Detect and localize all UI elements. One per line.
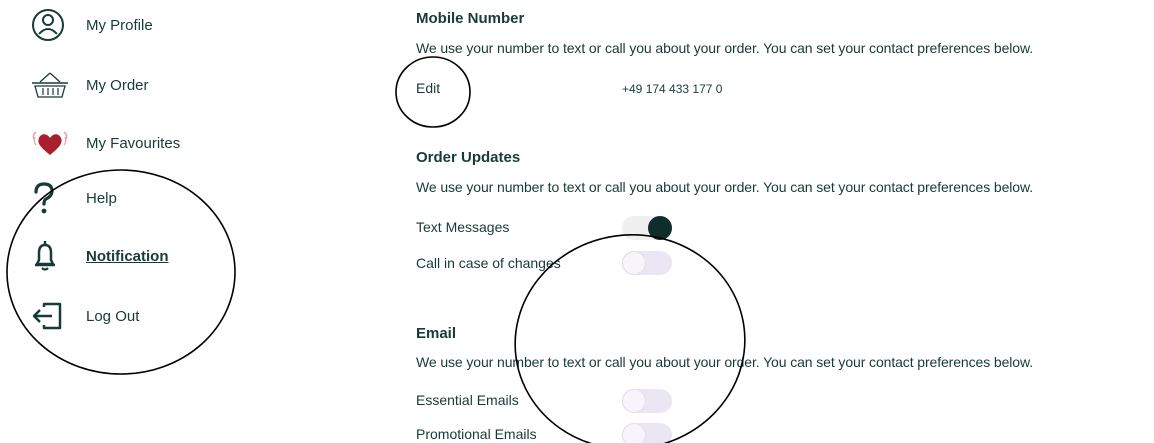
edit-phone-link[interactable]: Edit xyxy=(416,80,440,96)
sidebar-item-my-order[interactable]: My Order xyxy=(30,65,149,105)
toggle-knob xyxy=(622,389,646,413)
logout-icon xyxy=(30,296,74,336)
sidebar-item-my-favourites[interactable]: My Favourites xyxy=(30,123,180,163)
sidebar-item-label: Help xyxy=(86,189,117,207)
sidebar-item-label: Notification xyxy=(86,247,169,265)
toggle-knob xyxy=(622,423,646,443)
mobile-number-title: Mobile Number xyxy=(416,10,525,27)
email-title: Email xyxy=(416,325,457,342)
mobile-number-description: We use your number to text or call you a… xyxy=(416,40,1033,56)
sidebar-item-label: My Favourites xyxy=(86,134,181,152)
order-updates-title: Order Updates xyxy=(416,149,521,166)
heart-icon xyxy=(30,123,74,163)
toggle-knob xyxy=(622,251,646,275)
promotional-emails-label: Promotional Emails xyxy=(416,426,537,442)
sidebar-item-label: Log Out xyxy=(86,307,140,325)
sidebar-item-notification[interactable]: Notification xyxy=(30,236,169,276)
sidebar-item-label: My Order xyxy=(86,76,149,94)
text-messages-toggle[interactable] xyxy=(622,216,672,240)
essential-emails-label: Essential Emails xyxy=(416,392,519,408)
essential-emails-toggle[interactable] xyxy=(622,389,672,413)
text-messages-label: Text Messages xyxy=(416,219,510,235)
profile-icon xyxy=(30,5,74,45)
promotional-emails-toggle[interactable] xyxy=(622,423,672,443)
sidebar-item-my-profile[interactable]: My Profile xyxy=(30,5,153,45)
basket-icon xyxy=(30,65,74,105)
call-changes-label: Call in case of changes xyxy=(416,255,561,271)
phone-number: +49 174 433 177 0 xyxy=(622,82,723,96)
sidebar-item-help[interactable]: Help xyxy=(30,178,117,218)
notification-settings: Mobile Number We use your number to text… xyxy=(416,0,1154,443)
toggle-knob xyxy=(648,216,672,240)
order-updates-description: We use your number to text or call you a… xyxy=(416,179,1033,195)
sidebar-item-label: My Profile xyxy=(86,16,153,34)
sidebar-item-log-out[interactable]: Log Out xyxy=(30,296,139,336)
email-description: We use your number to text or call you a… xyxy=(416,354,1033,370)
call-changes-toggle[interactable] xyxy=(622,251,672,275)
sidebar-nav: My Profile My Order My Favourites Help N… xyxy=(0,0,300,443)
bell-icon xyxy=(30,236,74,276)
question-icon xyxy=(30,178,74,218)
